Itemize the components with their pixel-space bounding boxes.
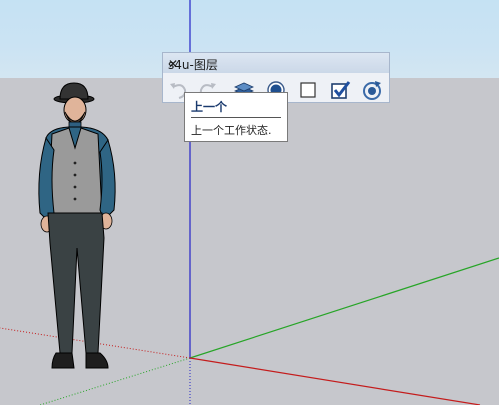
checked-checkbox-icon <box>331 81 351 99</box>
tooltip-title: 上一个 <box>191 100 228 114</box>
green-axis <box>189 257 499 359</box>
tooltip-divider <box>191 117 281 118</box>
red-axis <box>189 357 481 405</box>
tooltip-description: 上一个工作状态. <box>191 124 272 137</box>
empty-checkbox-icon <box>300 82 316 98</box>
show-layers-button[interactable] <box>329 79 351 101</box>
scale-figure[interactable] <box>30 78 140 378</box>
refresh-button[interactable] <box>361 79 383 101</box>
tooltip: 上一个 上一个工作状态. <box>184 92 288 142</box>
toolbar-title-bar[interactable]: s4u-图层 ✕ <box>163 53 389 73</box>
refresh-target-icon <box>363 81 381 100</box>
hide-layers-button[interactable] <box>297 79 319 101</box>
close-icon[interactable]: ✕ <box>168 56 385 72</box>
